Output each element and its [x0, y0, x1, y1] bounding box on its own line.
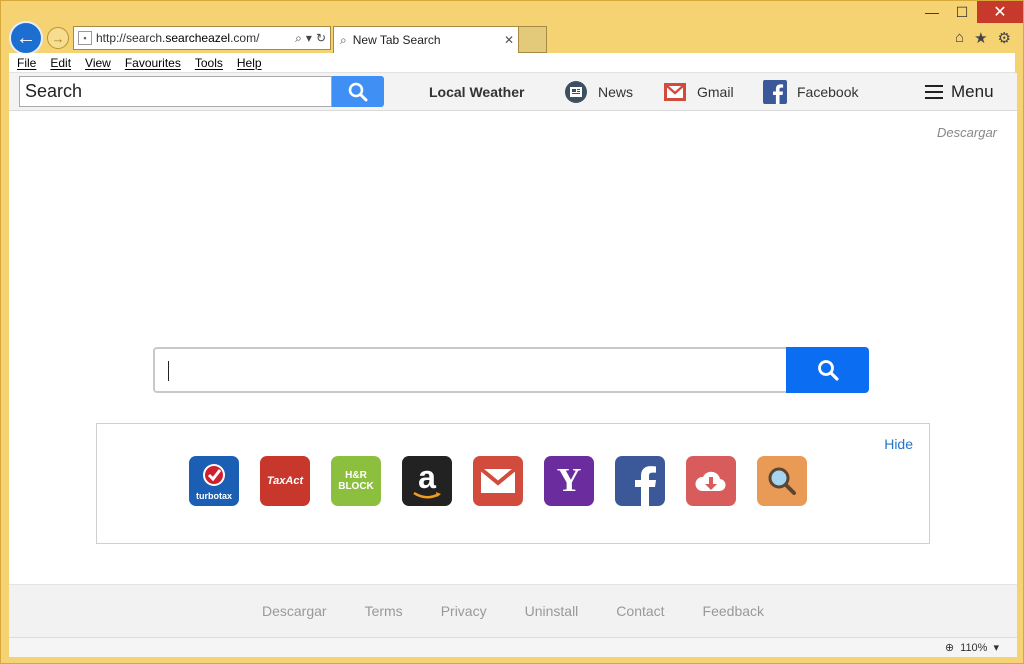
- main-search-input[interactable]: [153, 347, 786, 393]
- amazon-icon: a: [418, 459, 436, 495]
- taxact-tile[interactable]: TaxAct: [260, 456, 310, 506]
- footer-contact-link[interactable]: Contact: [616, 603, 664, 619]
- mail-tile[interactable]: [473, 456, 523, 506]
- text-caret: [168, 361, 169, 381]
- menu-label: Menu: [951, 82, 994, 101]
- news-icon: [564, 80, 588, 104]
- menu-file[interactable]: File: [17, 56, 36, 70]
- gmail-icon: [480, 468, 516, 493]
- footer-descargar-link[interactable]: Descargar: [262, 603, 327, 619]
- hamburger-icon: [925, 85, 943, 99]
- extension-toolbar: Search Local Weather News Gmail Facebook…: [9, 73, 1017, 111]
- window-controls: — ☐ ✕: [917, 1, 1023, 23]
- yahoo-tile[interactable]: Y: [544, 456, 594, 506]
- amazon-smile-icon: [413, 492, 441, 499]
- url-prefix: http://search.: [96, 31, 166, 45]
- page-footer: Descargar Terms Privacy Uninstall Contac…: [9, 584, 1017, 637]
- tab-close-icon[interactable]: ✕: [500, 33, 518, 47]
- menu-help[interactable]: Help: [237, 56, 262, 70]
- zoom-icon: ⊕: [944, 642, 955, 654]
- hr-block-tile[interactable]: H&R BLOCK: [331, 456, 381, 506]
- forward-button[interactable]: →: [47, 27, 69, 49]
- back-button[interactable]: ←: [9, 21, 43, 55]
- facebook-tile[interactable]: [615, 456, 665, 506]
- hr-block-icon: H&R BLOCK: [338, 470, 374, 492]
- refresh-icon[interactable]: ↻: [316, 31, 326, 46]
- url-suffix: .com/: [230, 31, 260, 45]
- amazon-tile[interactable]: a: [402, 456, 452, 506]
- shortcut-tiles: turbotax TaxAct H&R BLOCK a Y: [189, 456, 807, 506]
- magnifier-icon: [348, 82, 368, 101]
- minimize-button[interactable]: —: [917, 1, 947, 23]
- yahoo-icon: Y: [556, 462, 582, 499]
- turbotax-label: turbotax: [196, 490, 232, 501]
- browser-window: — ☐ ✕ ← → ▪ http://search.searcheazel.co…: [0, 0, 1024, 664]
- descargar-top-link[interactable]: Descargar: [937, 125, 997, 140]
- news-link[interactable]: News: [564, 73, 633, 111]
- facebook-icon: [635, 466, 656, 506]
- browser-right-icons: ⌂ ★ ⚙: [955, 29, 1011, 47]
- gmail-label: Gmail: [697, 84, 734, 100]
- hide-shortcuts-link[interactable]: Hide: [884, 436, 913, 452]
- taxact-icon: TaxAct: [266, 475, 304, 487]
- home-icon[interactable]: ⌂: [955, 29, 964, 47]
- local-weather-link[interactable]: Local Weather: [429, 73, 524, 111]
- facebook-label: Facebook: [797, 84, 859, 100]
- main-search-button[interactable]: [786, 347, 869, 393]
- close-window-button[interactable]: ✕: [977, 1, 1023, 23]
- navigation-bar: ← → ▪ http://search.searcheazel.com/ ⌕ ▾…: [1, 21, 1023, 55]
- address-bar[interactable]: ▪ http://search.searcheazel.com/ ⌕ ▾ ↻: [73, 26, 331, 50]
- gmail-link[interactable]: Gmail: [663, 73, 734, 111]
- tab-title: New Tab Search: [352, 33, 441, 47]
- back-arrow-icon: ←: [16, 26, 36, 49]
- address-tools: ⌕ ▾ ↻: [295, 31, 330, 46]
- toolbar-search-button[interactable]: [332, 76, 384, 107]
- favorites-star-icon[interactable]: ★: [974, 29, 987, 47]
- zoom-level: 110%: [960, 641, 988, 654]
- news-label: News: [598, 84, 634, 100]
- download-tile[interactable]: [686, 456, 736, 506]
- cloud-download-icon: [695, 471, 726, 492]
- footer-feedback-link[interactable]: Feedback: [703, 603, 764, 619]
- address-dropdown-icon[interactable]: ▾: [306, 31, 312, 46]
- menu-button[interactable]: Menu: [925, 73, 994, 111]
- footer-terms-link[interactable]: Terms: [365, 603, 403, 619]
- settings-gear-icon[interactable]: ⚙: [998, 29, 1011, 47]
- page-viewport: Search Local Weather News Gmail Facebook…: [9, 73, 1017, 637]
- zoom-dropdown-icon[interactable]: ▾: [993, 641, 999, 654]
- forward-arrow-icon: →: [51, 30, 65, 46]
- turbotax-icon: [203, 463, 225, 486]
- gmail-envelope-icon: [663, 80, 687, 104]
- maximize-button[interactable]: ☐: [947, 1, 977, 23]
- tab-search-icon: ⌕: [340, 32, 347, 47]
- toolbar-search-input[interactable]: Search: [19, 76, 332, 107]
- status-bar: ⊕ 110% ▾: [9, 637, 1017, 657]
- search-tile[interactable]: [757, 456, 807, 506]
- url-text[interactable]: http://search.searcheazel.com/: [96, 31, 295, 45]
- magnifier-icon: [817, 360, 839, 381]
- page-icon: ▪: [78, 31, 92, 45]
- footer-uninstall-link[interactable]: Uninstall: [525, 603, 579, 619]
- new-tab-button[interactable]: [519, 26, 547, 53]
- footer-privacy-link[interactable]: Privacy: [441, 603, 487, 619]
- shortcuts-panel: Hide turbotax TaxAct H&R BLOCK a Y: [96, 423, 930, 544]
- menu-view[interactable]: View: [85, 56, 111, 70]
- zoom-control[interactable]: ⊕ 110% ▾: [944, 641, 999, 655]
- url-domain: searcheazel: [165, 31, 231, 45]
- search-icon: [768, 467, 796, 495]
- menu-favourites[interactable]: Favourites: [125, 56, 181, 70]
- address-search-icon[interactable]: ⌕: [295, 31, 302, 46]
- facebook-icon: [763, 80, 787, 104]
- tab-new-tab-search[interactable]: ⌕ New Tab Search ✕: [333, 26, 519, 53]
- menu-edit[interactable]: Edit: [50, 56, 71, 70]
- menu-tools[interactable]: Tools: [195, 56, 223, 70]
- turbotax-tile[interactable]: turbotax: [189, 456, 239, 506]
- facebook-link[interactable]: Facebook: [763, 73, 858, 111]
- menu-bar: File Edit View Favourites Tools Help: [9, 53, 1015, 73]
